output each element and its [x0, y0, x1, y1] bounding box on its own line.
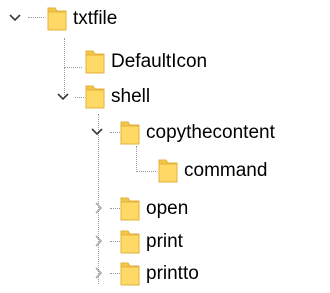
tree-node-txtfile[interactable]: txtfile [47, 2, 117, 34]
tree-connector-line [64, 67, 82, 68]
tree-node-command[interactable]: command [158, 154, 267, 186]
tree-connector-line [110, 132, 120, 133]
tree-node-shell[interactable]: shell [85, 80, 150, 112]
tree-node-label: command [184, 159, 268, 181]
tree-node-label: print [146, 230, 183, 252]
tree-connector-line [110, 208, 120, 209]
tree-connector-line [110, 273, 120, 274]
folder-icon [85, 50, 105, 74]
chevron-right-icon[interactable] [91, 201, 105, 215]
chevron-down-icon[interactable] [8, 11, 22, 25]
chevron-right-icon[interactable] [91, 266, 105, 280]
tree-connector-line [98, 114, 99, 284]
folder-icon [120, 121, 140, 145]
folder-icon [47, 7, 67, 31]
tree-node-label: copythecontent [146, 121, 275, 143]
tree-node-print[interactable]: print [120, 225, 183, 257]
tree-node-label: txtfile [73, 7, 118, 29]
tree-node-label: printto [146, 262, 199, 284]
tree-connector-line [110, 241, 120, 242]
folder-icon [120, 262, 140, 286]
registry-tree: txtfile DefaultIcon shell copythecontent… [0, 0, 330, 293]
tree-node-printto[interactable]: printto [120, 257, 199, 289]
tree-connector-line [64, 38, 65, 68]
tree-connector-line [75, 97, 84, 98]
tree-connector-line [28, 17, 44, 18]
tree-node-label: open [146, 197, 189, 219]
folder-icon [85, 85, 105, 109]
chevron-down-icon[interactable] [56, 90, 70, 104]
tree-connector-line [136, 146, 137, 172]
tree-connector-line [136, 171, 156, 172]
tree-node-copythecontent[interactable]: copythecontent [120, 116, 275, 148]
tree-node-open[interactable]: open [120, 192, 188, 224]
chevron-down-icon[interactable] [90, 125, 104, 139]
folder-icon [158, 159, 178, 183]
tree-node-defaulticon[interactable]: DefaultIcon [85, 45, 207, 77]
tree-node-label: DefaultIcon [111, 50, 208, 72]
folder-icon [120, 230, 140, 254]
tree-node-label: shell [111, 85, 151, 107]
chevron-right-icon[interactable] [91, 234, 105, 248]
folder-icon [120, 197, 140, 221]
